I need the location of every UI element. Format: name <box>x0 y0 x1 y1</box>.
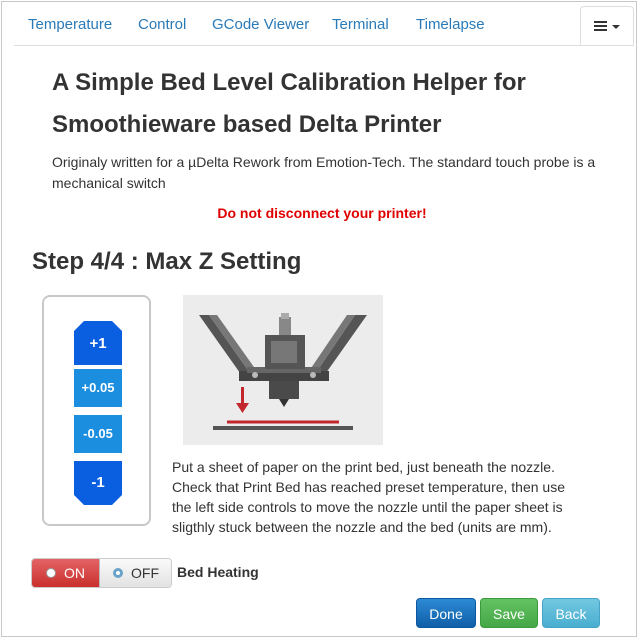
z-plus-005-label: +0.05 <box>81 380 115 395</box>
disconnect-warning: Do not disconnect your printer! <box>217 205 427 221</box>
bed-heating-toggle[interactable]: ON OFF <box>31 558 172 588</box>
bed-heating-off-option[interactable]: OFF <box>99 559 171 587</box>
z-control-panel: +1 +0.05 -0.05 -1 <box>42 295 151 526</box>
delta-printer-image <box>183 295 383 445</box>
tab-gcode-viewer[interactable]: GCode Viewer <box>212 6 309 44</box>
page-title: A Simple Bed Level Calibration Helper fo… <box>52 62 612 146</box>
page-title-line-2: Smoothieware based Delta Printer <box>52 111 442 138</box>
tab-temperature[interactable]: Temperature <box>28 6 112 44</box>
done-button[interactable]: Done <box>416 598 476 628</box>
on-label: ON <box>64 565 85 581</box>
z-minus-1-label: -1 <box>91 474 105 491</box>
instructions-text: Put a sheet of paper on the print bed, j… <box>172 459 566 535</box>
z-plus-005-button[interactable]: +0.05 <box>74 369 122 407</box>
z-plus-1-label: +1 <box>89 335 107 352</box>
z-minus-1-button[interactable]: -1 <box>74 461 122 505</box>
caret-down-icon <box>612 25 620 29</box>
radio-unchecked-icon <box>46 568 56 578</box>
dialog-frame: Temperature Control GCode Viewer Termina… <box>1 1 637 637</box>
save-button[interactable]: Save <box>480 598 538 628</box>
tab-terminal[interactable]: Terminal <box>332 6 389 44</box>
z-minus-005-button[interactable]: -0.05 <box>74 415 122 453</box>
page-title-line-1: A Simple Bed Level Calibration Helper fo… <box>52 69 526 96</box>
tab-control[interactable]: Control <box>138 6 186 44</box>
tab-timelapse[interactable]: Timelapse <box>416 6 485 44</box>
tab-bar: Temperature Control GCode Viewer Termina… <box>14 6 634 46</box>
z-minus-005-label: -0.05 <box>83 426 113 441</box>
list-menu-icon <box>594 21 607 33</box>
radio-checked-icon <box>113 568 123 578</box>
off-label: OFF <box>131 565 159 581</box>
bed-heating-label: Bed Heating <box>177 564 259 580</box>
bed-heating-on-option[interactable]: ON <box>32 559 99 587</box>
back-button[interactable]: Back <box>542 598 600 628</box>
intro-text: Originaly written for a µDelta Rework fr… <box>52 154 596 191</box>
printer-illustration <box>183 295 383 450</box>
z-plus-1-button[interactable]: +1 <box>74 321 122 365</box>
step-title: Step 4/4 : Max Z Setting <box>32 248 302 275</box>
tab-menu-dropdown[interactable] <box>580 6 634 45</box>
